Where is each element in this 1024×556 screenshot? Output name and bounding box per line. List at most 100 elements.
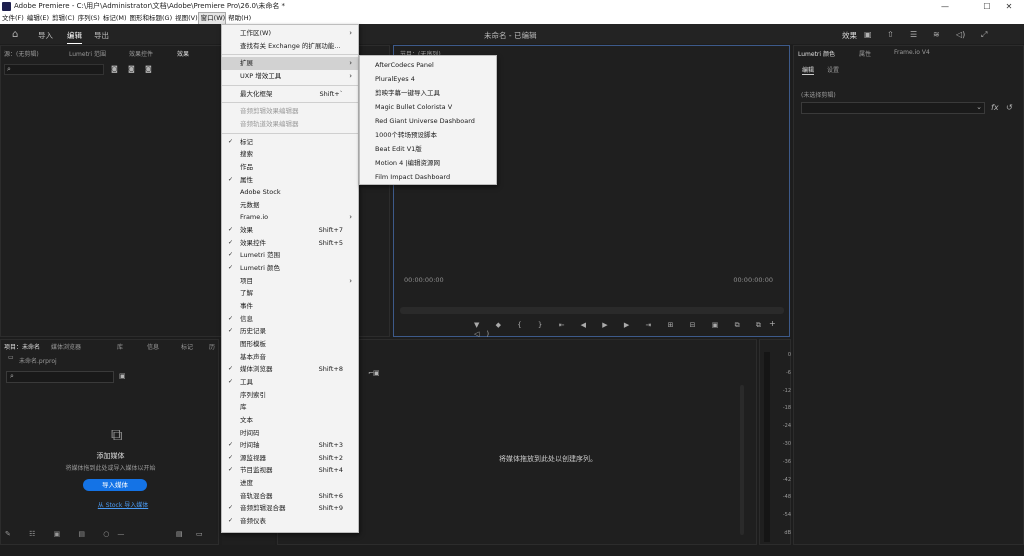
menu-item-4[interactable]: 标记(M) [101, 13, 127, 24]
clip-select-dropdown[interactable]: ⌄ [801, 102, 985, 114]
menu-item-6[interactable]: 视图(V) [173, 13, 198, 24]
window-menu-item[interactable]: ✓ 媒体浏览器 Shift+8 [222, 363, 358, 376]
tab-lumetri-scopes[interactable]: Lumetri 范围 [69, 49, 106, 58]
tab-effect-controls[interactable]: 效果控件 [129, 49, 153, 58]
window-menu-item[interactable]: ✓ 音频仪表 [222, 515, 358, 528]
window-menu-item[interactable]: ✓ 源监视器 Shift+2 [222, 452, 358, 465]
window-menu-item[interactable]: 音频轨道效果编辑器 [222, 118, 358, 131]
import-tab[interactable]: 导入 [38, 30, 53, 41]
window-menu-item[interactable]: ✓ 标记 [222, 136, 358, 149]
window-menu-item[interactable]: UXP 增效工具 › [222, 70, 358, 83]
menu-item-0[interactable]: 文件(F) [0, 13, 24, 24]
window-menu-item[interactable]: 基本声音 [222, 351, 358, 364]
extension-item[interactable]: PluralEyes 4 [360, 72, 496, 86]
timeline-scrollbar[interactable] [740, 385, 744, 535]
window-menu-item[interactable]: ✓ Lumetri 范围 [222, 249, 358, 262]
window-menu-item[interactable]: 元数据 [222, 199, 358, 212]
transport-controls[interactable]: ▼ ◆ { } ⇤ ◀ ▶ ▶ ⇥ ⊞ ⊟ ▣ ⧉ ⧉ ◁) [474, 321, 774, 338]
extension-item[interactable]: Beat Edit V1版 [360, 142, 496, 156]
window-menu-item[interactable]: Adobe Stock [222, 186, 358, 199]
window-menu-item[interactable]: 图形模板 [222, 338, 358, 351]
effects-panel-icon[interactable]: ▣ [864, 30, 872, 39]
window-menu-item[interactable]: ✓ 节目监视器 Shift+4 [222, 464, 358, 477]
volume-icon[interactable]: ◁) [956, 30, 965, 39]
window-menu-item[interactable]: 文本 [222, 414, 358, 427]
window-menu-item[interactable]: 查找有关 Exchange 的扩展功能... [222, 40, 358, 53]
menu-item-5[interactable]: 图形和标题(G) [128, 13, 173, 24]
extension-item[interactable]: Motion 4 |编辑资源网 [360, 156, 496, 170]
filter-icon[interactable]: ◙ [111, 65, 118, 73]
extension-item[interactable]: 剪映字幕一键导入工具 [360, 86, 496, 100]
tab-project[interactable]: 项目：未命名 [4, 342, 40, 351]
window-menu-item[interactable]: ✓ 效果控件 Shift+5 [222, 237, 358, 250]
menu-item-1[interactable]: 编辑(E) [25, 13, 49, 24]
window-menu-item[interactable]: ✓ 历史记录 [222, 325, 358, 338]
tab-lumetri-color[interactable]: Lumetri 颜色 [798, 49, 835, 58]
window-menu-item[interactable]: ✓ 时间轴 Shift+3 [222, 439, 358, 452]
folder-icon[interactable]: ▭ [196, 530, 203, 538]
window-menu-item[interactable]: 进度 [222, 477, 358, 490]
window-menu-item[interactable]: ✓ 音频剪辑混合器 Shift+9 [222, 502, 358, 515]
window-menu-item[interactable]: ✓ 效果 Shift+7 [222, 224, 358, 237]
window-menu-item[interactable]: 搜索 [222, 148, 358, 161]
window-menu-item[interactable]: 序列索引 [222, 389, 358, 402]
tab-effects[interactable]: 效果 [177, 49, 189, 58]
window-menu-item[interactable]: 事件 [222, 300, 358, 313]
window-menu-item[interactable]: 最大化框架 Shift+` [222, 88, 358, 101]
program-scrub-bar[interactable] [400, 307, 784, 314]
edit-tab[interactable]: 编辑 [67, 30, 82, 44]
quick-export-icon[interactable]: ☰ [910, 30, 917, 39]
extension-item[interactable]: AfterCodecs Panel [360, 58, 496, 72]
menu-item-2[interactable]: 剪辑(C) [50, 13, 75, 24]
reset-icon[interactable]: ↺ [1006, 103, 1013, 112]
window-menu-item[interactable]: 时间码 [222, 427, 358, 440]
close-button[interactable]: ✕ [994, 0, 1024, 13]
project-search-input[interactable]: ⌕ [6, 371, 114, 383]
project-footer-toolbar[interactable]: ✎ ☷ ▣ ▤ ○— [5, 530, 220, 540]
menu-item-3[interactable]: 序列(S) [76, 13, 100, 24]
extension-item[interactable]: Film Impact Dashboard [360, 170, 496, 184]
stock-import-link[interactable]: 从 Stock 导入媒体 [1, 500, 245, 509]
window-menu-item[interactable]: 音频剪辑效果编辑器 [222, 105, 358, 118]
window-menu-item[interactable]: Frame.io › [222, 211, 358, 224]
new-bin-icon[interactable]: ▣ [119, 372, 126, 380]
window-menu-item[interactable]: 音轨混合器 Shift+6 [222, 490, 358, 503]
filter-icon-2[interactable]: ◙ [128, 65, 135, 73]
window-menu-item[interactable]: ✓ 属性 [222, 174, 358, 187]
share-icon[interactable]: ⇧ [887, 30, 894, 39]
menu-item-7[interactable]: 窗口(W) [197, 12, 227, 25]
window-menu-item[interactable]: ✓ Lumetri 颜色 [222, 262, 358, 275]
window-menu-item[interactable]: 扩展 › [222, 57, 358, 70]
tab-history[interactable]: 历 [209, 342, 215, 351]
window-menu-item[interactable]: 了解 [222, 287, 358, 300]
export-tab[interactable]: 导出 [94, 30, 109, 41]
effects-shortcut-label[interactable]: 效果 [842, 30, 857, 41]
tab-properties[interactable]: 属性 [859, 49, 871, 58]
extension-item[interactable]: Magic Bullet Colorista V [360, 100, 496, 114]
tab-info[interactable]: 信息 [147, 342, 159, 351]
tab-libraries[interactable]: 库 [117, 342, 123, 351]
import-media-button[interactable]: 导入媒体 [83, 479, 147, 491]
fx-icon[interactable]: fx [991, 103, 999, 112]
window-menu-item[interactable]: ✓ 工具 [222, 376, 358, 389]
tab-frameio-v4[interactable]: Frame.io V4 [894, 49, 930, 56]
extension-item[interactable]: Red Giant Universe Dashboard [360, 114, 496, 128]
tab-markers[interactable]: 标记 [181, 342, 193, 351]
tab-source[interactable]: 源：(无剪辑) [4, 49, 39, 58]
captions-icon[interactable]: ▣ [373, 369, 380, 377]
subtab-settings[interactable]: 设置 [827, 65, 839, 74]
subtab-edit[interactable]: 编辑 [802, 65, 815, 75]
menu-item-8[interactable]: 帮助(H) [226, 13, 251, 24]
window-menu-item[interactable]: 作品 [222, 161, 358, 174]
window-menu-item[interactable]: ✓ 信息 [222, 313, 358, 326]
window-menu-item[interactable]: 工作区(W) › [222, 27, 358, 40]
add-button-icon[interactable]: + [769, 319, 776, 328]
home-icon[interactable]: ⌂ [12, 29, 18, 40]
minimize-button[interactable]: — [930, 0, 960, 13]
new-item-icon[interactable]: ▤ [176, 530, 183, 538]
fullscreen-icon[interactable]: ⤢ [981, 30, 987, 40]
filter-icon-3[interactable]: ◙ [145, 65, 152, 73]
window-menu-item[interactable]: 库 [222, 401, 358, 414]
extension-item[interactable]: 1000个转场预设脚本 [360, 128, 496, 142]
effects-search-input[interactable]: ⌕ [4, 64, 104, 75]
